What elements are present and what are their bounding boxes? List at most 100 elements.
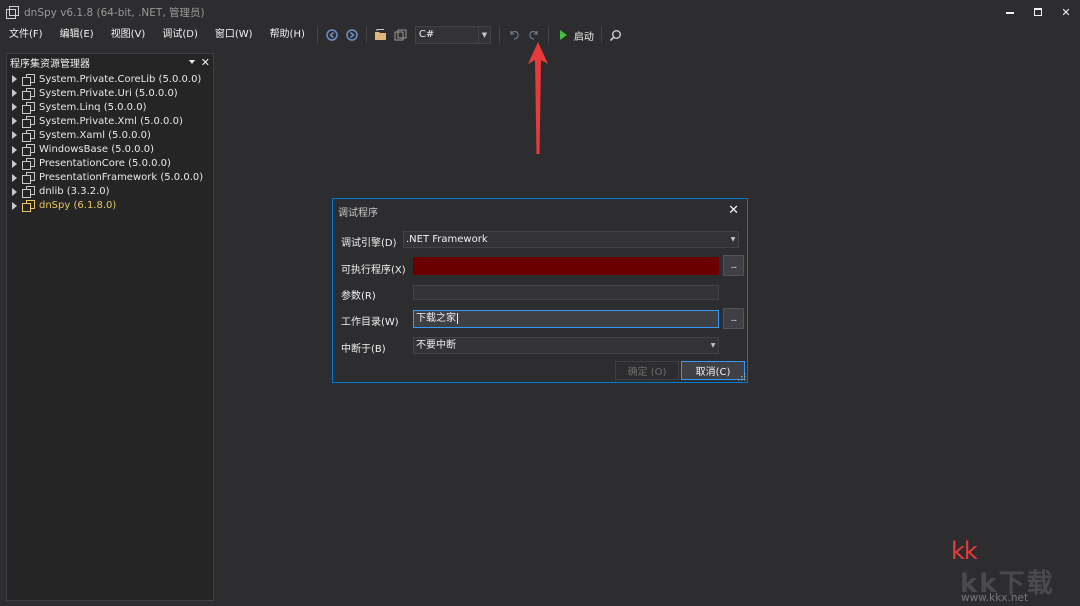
engine-select[interactable]: .NET Framework ▼ <box>403 231 739 248</box>
assembly-icon <box>22 144 35 157</box>
forward-arrow-icon <box>346 29 358 41</box>
assembly-icon <box>22 172 35 185</box>
maximize-icon <box>1034 8 1042 16</box>
minimize-button[interactable] <box>996 0 1024 24</box>
ok-label: 确定 (O) <box>627 367 667 378</box>
tree-item-system-linq[interactable]: System.Linq (5.0.0.0) <box>7 100 213 114</box>
back-arrow-icon <box>326 29 338 41</box>
cancel-button[interactable]: 取消(C) <box>681 361 745 380</box>
break-at-select[interactable]: 不要中断 ▼ <box>413 337 719 354</box>
tree-item-system-private-corelib[interactable]: System.Private.CoreLib (5.0.0.0) <box>7 72 213 86</box>
forward-button[interactable] <box>343 26 361 44</box>
cancel-label: 取消(C) <box>695 367 731 378</box>
language-value: C# <box>418 29 435 40</box>
engine-value: .NET Framework <box>406 234 488 245</box>
back-button[interactable] <box>323 26 341 44</box>
title-bar: dnSpy v6.1.8 (64-bit, .NET, 管理员) ✕ <box>0 0 1080 24</box>
assembly-name: System.Private.Uri <box>39 87 132 99</box>
tree-item-presentationframework[interactable]: PresentationFramework (5.0.0.0) <box>7 171 213 185</box>
menu-help[interactable]: 帮助(H) <box>261 24 313 46</box>
arguments-label: 参数(R) <box>341 291 376 302</box>
menu-window[interactable]: 窗口(W) <box>206 24 261 46</box>
assembly-icon <box>22 129 35 142</box>
dialog-title: 调试程序 <box>338 207 378 219</box>
assembly-version: (5.0.0.0) <box>158 73 202 85</box>
expand-arrow-icon[interactable] <box>12 145 17 154</box>
resize-grip-icon[interactable] <box>738 373 746 381</box>
language-select[interactable]: C# ▼ <box>414 26 491 44</box>
executable-label: 可执行程序(X) <box>341 265 406 276</box>
menu-edit[interactable]: 编辑(E) <box>51 24 102 46</box>
working-directory-value: 下载之家 <box>416 313 456 324</box>
executable-browse-button[interactable]: ... <box>723 255 744 276</box>
chevron-down-icon: ▼ <box>710 342 716 349</box>
assembly-explorer-header: 程序集资源管理器 ✕ <box>7 54 213 70</box>
assembly-explorer-panel: 程序集资源管理器 ✕ System.Private.CoreLib (5.0.0… <box>6 53 214 601</box>
executable-field[interactable] <box>413 257 719 275</box>
working-directory-label: 工作目录(W) <box>341 317 399 328</box>
close-icon: ✕ <box>1061 5 1071 19</box>
dialog-close-button[interactable]: ✕ <box>728 203 739 218</box>
assembly-version: (5.0.0.0) <box>103 101 147 113</box>
assembly-explorer-title: 程序集资源管理器 <box>10 58 90 70</box>
expand-arrow-icon[interactable] <box>12 89 17 98</box>
expand-arrow-icon[interactable] <box>12 131 17 140</box>
assembly-version: (5.0.0.0) <box>134 87 178 99</box>
dnspy-app-icon <box>6 6 19 19</box>
ok-button[interactable]: 确定 (O) <box>615 361 679 380</box>
open-list-button[interactable] <box>392 26 410 44</box>
expand-arrow-icon[interactable] <box>12 187 17 196</box>
assembly-icon <box>22 101 35 114</box>
expand-arrow-icon[interactable] <box>12 201 17 210</box>
assembly-name: System.Xaml <box>39 129 105 141</box>
open-button[interactable] <box>372 26 390 44</box>
toolbar-separator <box>316 27 318 43</box>
open-folder-icon <box>374 29 386 40</box>
expand-arrow-icon[interactable] <box>12 159 17 168</box>
assembly-name: System.Linq <box>39 101 101 113</box>
assembly-icon <box>22 200 35 213</box>
start-label: 启动 <box>573 31 594 43</box>
panel-menu-button[interactable] <box>188 60 195 64</box>
expand-arrow-icon[interactable] <box>12 75 17 84</box>
maximize-button[interactable] <box>1024 0 1052 24</box>
menu-file[interactable]: 文件(F) <box>0 24 51 46</box>
assembly-name: System.Private.Xml <box>39 115 137 127</box>
tree-item-presentationcore[interactable]: PresentationCore (5.0.0.0) <box>7 157 213 171</box>
tree-item-dnspy[interactable]: dnSpy (6.1.8.0) <box>7 199 213 213</box>
assembly-name: WindowsBase <box>39 144 108 156</box>
arguments-field[interactable] <box>413 285 719 300</box>
tree-item-system-private-xml[interactable]: System.Private.Xml (5.0.0.0) <box>7 114 213 128</box>
close-button[interactable]: ✕ <box>1052 0 1080 24</box>
assembly-name: dnSpy <box>39 200 71 212</box>
expand-arrow-icon[interactable] <box>12 117 17 126</box>
menu-view[interactable]: 视图(V) <box>102 24 154 46</box>
toolbar-separator <box>365 27 367 43</box>
break-at-value: 不要中断 <box>416 340 456 351</box>
assembly-version: (5.0.0.0) <box>108 129 151 141</box>
tree-item-windowsbase[interactable]: WindowsBase (5.0.0.0) <box>7 142 213 157</box>
working-directory-browse-button[interactable]: ... <box>723 308 744 329</box>
watermark-logo: kk <box>951 537 978 565</box>
window-title: dnSpy v6.1.8 (64-bit, .NET, 管理员) <box>24 6 205 19</box>
search-button[interactable] <box>607 26 625 44</box>
browse-label: ... <box>730 313 738 324</box>
watermark: kk kk下载 www.kkx.net <box>944 535 1078 605</box>
assembly-list-icon <box>394 29 407 41</box>
panel-close-button[interactable]: ✕ <box>201 56 210 69</box>
expand-arrow-icon[interactable] <box>12 103 17 112</box>
working-directory-field[interactable]: 下载之家 <box>413 310 719 328</box>
panel-header-buttons: ✕ <box>188 54 210 70</box>
tree-item-system-xaml[interactable]: System.Xaml (5.0.0.0) <box>7 128 213 142</box>
tree-item-dnlib[interactable]: dnlib (3.3.2.0) <box>7 185 213 199</box>
expand-arrow-icon[interactable] <box>12 173 17 182</box>
browse-label: ... <box>730 260 738 271</box>
start-debug-button[interactable]: 启动 <box>557 26 597 44</box>
undo-button[interactable] <box>505 26 523 44</box>
engine-label: 调试引擎(D) <box>341 238 397 249</box>
minimize-icon <box>1006 12 1014 14</box>
chevron-down-icon: ▼ <box>730 236 736 243</box>
tree-item-system-private-uri[interactable]: System.Private.Uri (5.0.0.0) <box>7 86 213 100</box>
debug-program-dialog: 调试程序 ✕ 调试引擎(D) .NET Framework ▼ 可执行程序(X)… <box>332 198 748 383</box>
menu-debug[interactable]: 调试(D) <box>153 24 206 46</box>
